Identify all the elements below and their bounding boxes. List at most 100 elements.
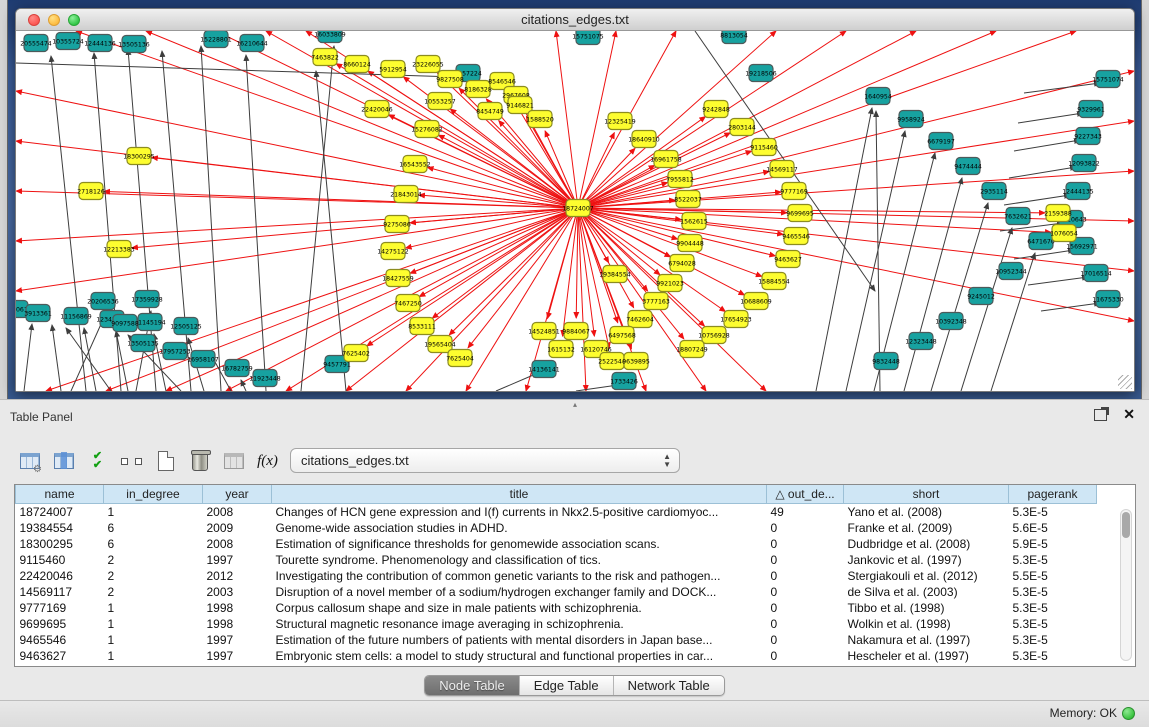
network-node[interactable]: 3913361 (24, 305, 52, 322)
table-vertical-scrollbar[interactable] (1120, 509, 1132, 661)
table-settings-icon[interactable]: ⚙ (16, 447, 43, 475)
network-window[interactable]: citations_edges.txt 20555474103557241244… (15, 8, 1135, 392)
table-cell[interactable]: 5.3E-5 (1009, 552, 1097, 568)
network-node[interactable]: 19384554 (599, 266, 631, 283)
network-graph[interactable]: 2055547410355724124441361350513615228801… (16, 31, 1134, 391)
network-node[interactable]: 2718126 (77, 183, 105, 200)
network-node[interactable]: 11156869 (60, 308, 92, 325)
table-row[interactable]: 1872400712008Changes of HCN gene express… (16, 503, 1097, 520)
select-all-icon[interactable]: ✔✔ (84, 447, 111, 475)
network-node[interactable]: 14275122 (377, 243, 409, 260)
network-node[interactable]: 7462604 (626, 311, 654, 328)
network-node[interactable]: 6497568 (608, 327, 636, 344)
network-node[interactable]: 10952344 (995, 263, 1027, 280)
network-node[interactable]: 15884554 (758, 273, 790, 290)
network-node[interactable]: 10756928 (698, 327, 730, 344)
network-node[interactable]: 7467250 (394, 295, 422, 312)
network-node[interactable]: 9275086 (383, 216, 411, 233)
column-header-pagerank[interactable]: pagerank (1009, 485, 1097, 503)
network-node[interactable]: 2935114 (980, 183, 1008, 200)
table-cell[interactable]: 2008 (203, 536, 272, 552)
table-cell[interactable]: 9115460 (16, 552, 104, 568)
delete-trash-icon[interactable] (186, 447, 213, 475)
table-cell[interactable]: 22420046 (16, 568, 104, 584)
table-cell[interactable]: 5.3E-5 (1009, 616, 1097, 632)
network-window-titlebar[interactable]: citations_edges.txt (16, 9, 1134, 31)
network-node[interactable]: 9699695 (786, 205, 814, 222)
table-cell[interactable]: 9463627 (16, 648, 104, 664)
node-table-header[interactable]: namein_degreeyeartitle△ out_de...shortpa… (16, 485, 1097, 503)
network-node[interactable]: 9639895 (622, 353, 650, 370)
table-cell[interactable]: Nakamura et al. (1997) (844, 632, 1009, 648)
network-node[interactable]: 16782759 (221, 360, 253, 377)
table-cell[interactable]: 2009 (203, 520, 272, 536)
network-node[interactable]: 9904448 (676, 235, 704, 252)
network-node[interactable]: 8522037 (674, 191, 702, 208)
column-header-title[interactable]: title (272, 485, 767, 503)
network-node[interactable]: 16958107 (187, 351, 219, 368)
table-cell[interactable]: Structural magnetic resonance image aver… (272, 616, 767, 632)
memory-status-icon[interactable] (1122, 707, 1135, 720)
network-node[interactable]: 18724007 (562, 200, 594, 217)
network-node[interactable]: 11145194 (134, 314, 166, 331)
network-node[interactable]: 1615132 (547, 341, 575, 358)
function-builder-icon[interactable]: f(x) (254, 447, 281, 475)
table-cell[interactable]: 2 (104, 584, 203, 600)
network-node[interactable]: 16210644 (236, 35, 268, 52)
table-cell[interactable]: 5.3E-5 (1009, 632, 1097, 648)
table-cell[interactable]: 14569117 (16, 584, 104, 600)
new-document-icon[interactable] (152, 447, 179, 475)
network-node[interactable]: 14136141 (528, 361, 560, 378)
tab-network-table[interactable]: Network Table (614, 676, 724, 695)
network-node[interactable]: 15276082 (411, 121, 443, 138)
table-cell[interactable]: Genome-wide association studies in ADHD. (272, 520, 767, 536)
network-node[interactable]: 20555474 (20, 35, 52, 52)
network-node[interactable]: 17654923 (720, 311, 752, 328)
table-cell[interactable]: 2 (104, 568, 203, 584)
network-node[interactable]: 22420046 (361, 101, 393, 118)
table-cell[interactable]: 0 (767, 648, 844, 664)
network-node[interactable]: 1562615 (680, 213, 708, 230)
network-node[interactable]: 17957253 (159, 343, 191, 360)
table-cell[interactable]: 1 (104, 616, 203, 632)
table-cell[interactable]: Stergiakouli et al. (2012) (844, 568, 1009, 584)
table-cell[interactable]: 1997 (203, 648, 272, 664)
table-cell[interactable]: 0 (767, 536, 844, 552)
column-header-year[interactable]: year (203, 485, 272, 503)
network-node[interactable]: 9097588 (111, 315, 139, 332)
network-node[interactable]: 6794028 (668, 255, 696, 272)
network-node[interactable]: 10392348 (935, 313, 967, 330)
network-node[interactable]: 1076054 (1050, 225, 1078, 242)
scrollbar-thumb[interactable] (1122, 512, 1130, 538)
network-node[interactable]: 11675330 (1092, 291, 1124, 308)
left-collapse-strip[interactable] (0, 0, 8, 399)
table-cell[interactable]: 5.3E-5 (1009, 503, 1097, 520)
select-none-icon[interactable] (118, 447, 145, 475)
network-node[interactable]: 16543552 (399, 156, 431, 173)
table-cell[interactable]: 5.3E-5 (1009, 584, 1097, 600)
table-cell[interactable]: 19384554 (16, 520, 104, 536)
table-cell[interactable]: 49 (767, 503, 844, 520)
network-node[interactable]: 9474444 (954, 158, 982, 175)
table-cell[interactable]: 1 (104, 600, 203, 616)
table-cell[interactable]: Estimation of the future numbers of pati… (272, 632, 767, 648)
network-node[interactable]: 1733426 (610, 373, 638, 390)
table-cell[interactable]: 5.3E-5 (1009, 648, 1097, 664)
table-cell[interactable]: Corpus callosum shape and size in male p… (272, 600, 767, 616)
table-row[interactable]: 1938455462009Genome-wide association stu… (16, 520, 1097, 536)
table-cell[interactable]: Disruption of a novel member of a sodium… (272, 584, 767, 600)
table-cell[interactable]: 5.5E-5 (1009, 568, 1097, 584)
network-node[interactable]: 19218506 (745, 65, 777, 82)
network-node[interactable]: 12444135 (1062, 183, 1094, 200)
network-node[interactable]: 7463822 (311, 49, 339, 66)
table-cell[interactable]: 0 (767, 616, 844, 632)
table-cell[interactable]: 18300295 (16, 536, 104, 552)
network-node[interactable]: 8813054 (720, 31, 748, 44)
table-cell[interactable]: 0 (767, 632, 844, 648)
network-node[interactable]: 7632621 (1004, 208, 1032, 225)
network-node[interactable]: 12505125 (170, 318, 202, 335)
table-cell[interactable]: Tourette syndrome. Phenomenology and cla… (272, 552, 767, 568)
table-cell[interactable]: 9465546 (16, 632, 104, 648)
table-cell[interactable]: Investigating the contribution of common… (272, 568, 767, 584)
table-row[interactable]: 977716911998Corpus callosum shape and si… (16, 600, 1097, 616)
